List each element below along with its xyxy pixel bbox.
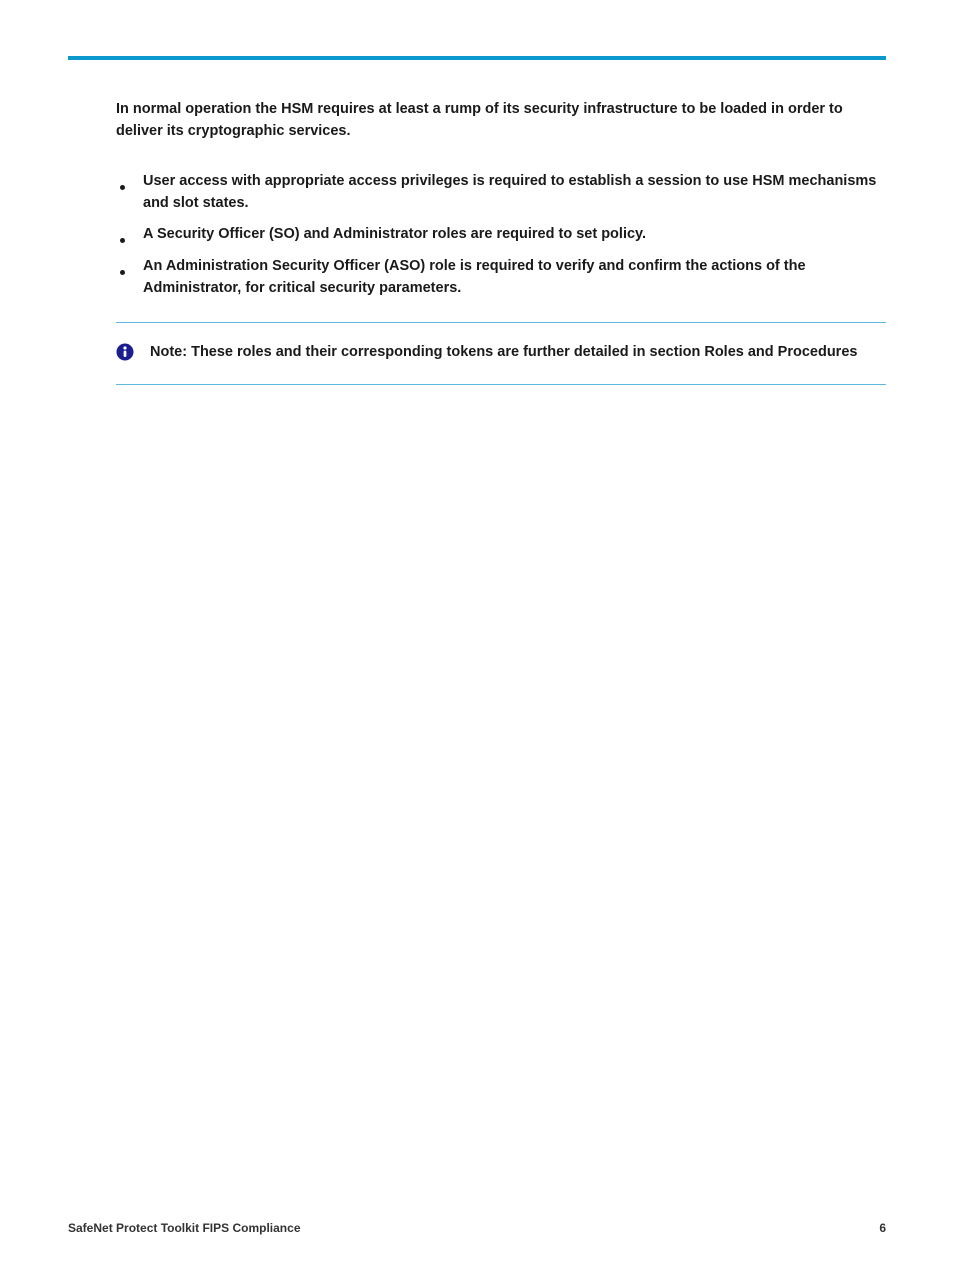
note-box: Note: These roles and their correspondin… <box>116 322 886 385</box>
note-bottom-rule <box>116 384 886 385</box>
footer-left: SafeNet Protect Toolkit FIPS Compliance <box>68 1221 301 1235</box>
note-label: Note: <box>150 344 187 360</box>
bullet-list: User access with appropriate access priv… <box>116 171 886 300</box>
note-text: Note: These roles and their correspondin… <box>150 341 886 363</box>
page-footer: SafeNet Protect Toolkit FIPS Compliance … <box>68 1221 886 1235</box>
info-icon <box>116 343 134 366</box>
list-item-text: User access with appropriate access priv… <box>143 171 886 215</box>
list-item: An Administration Security Officer (ASO)… <box>116 256 886 300</box>
bullet-icon <box>120 238 125 243</box>
note-body-text: These roles and their corresponding toke… <box>191 344 857 360</box>
list-item: A Security Officer (SO) and Administrato… <box>116 224 886 246</box>
list-item-text: An Administration Security Officer (ASO)… <box>143 256 886 300</box>
bullet-icon <box>120 185 125 190</box>
page-number: 6 <box>879 1221 886 1235</box>
bullet-icon <box>120 270 125 275</box>
list-item: User access with appropriate access priv… <box>116 171 886 215</box>
header-rule <box>68 56 886 60</box>
list-item-text: A Security Officer (SO) and Administrato… <box>143 224 646 246</box>
intro-paragraph: In normal operation the HSM requires at … <box>116 98 886 143</box>
